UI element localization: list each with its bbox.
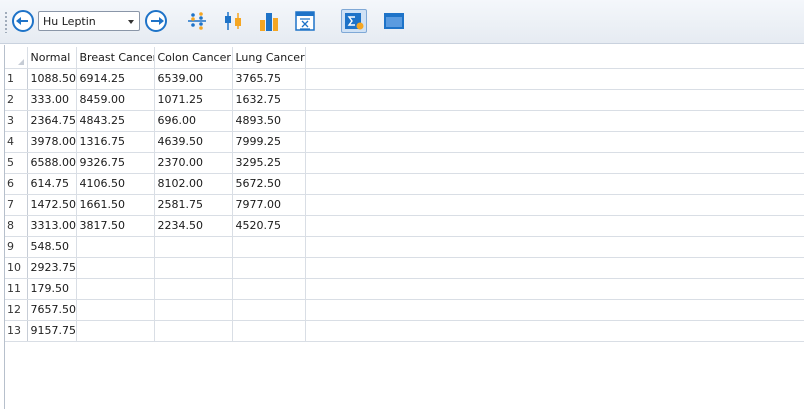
- row-number[interactable]: 13: [5, 320, 28, 342]
- table-row: 4 3978.00 1316.75 4639.50 7999.25: [5, 131, 804, 153]
- table-cell[interactable]: 3978.00: [27, 131, 77, 153]
- table-cell[interactable]: 2364.75: [27, 110, 77, 132]
- table-cell[interactable]: 179.50: [27, 278, 77, 300]
- table-row: 1 1088.50 6914.25 6539.00 3765.75: [5, 68, 804, 90]
- table-cell[interactable]: 2923.75: [27, 257, 77, 279]
- row-number[interactable]: 8: [5, 215, 28, 237]
- row-number[interactable]: 4: [5, 131, 28, 153]
- table-cell[interactable]: 6914.25: [76, 68, 155, 90]
- row-number[interactable]: 7: [5, 194, 28, 216]
- table-cell[interactable]: 4639.50: [154, 131, 233, 153]
- table-row: 9 548.50: [5, 236, 804, 258]
- table-cell[interactable]: [232, 257, 306, 279]
- row-number[interactable]: 9: [5, 236, 28, 258]
- toolbar: Hu Leptin: [0, 0, 804, 44]
- column-header-lung-cancer[interactable]: Lung Cancer: [232, 47, 306, 69]
- row-number[interactable]: 10: [5, 257, 28, 279]
- row-number[interactable]: 6: [5, 173, 28, 195]
- table-cell[interactable]: [76, 278, 155, 300]
- row-number[interactable]: 11: [5, 278, 28, 300]
- table-cell[interactable]: 696.00: [154, 110, 233, 132]
- table-cell[interactable]: 1632.75: [232, 89, 306, 111]
- table-cell[interactable]: 6588.00: [27, 152, 77, 174]
- table-cell[interactable]: [76, 320, 155, 342]
- table-cell[interactable]: [154, 278, 233, 300]
- table-cell[interactable]: [154, 299, 233, 321]
- table-row: 7 1472.50 1661.50 2581.75 7977.00: [5, 194, 804, 216]
- table-row: 5 6588.00 9326.75 2370.00 3295.25: [5, 152, 804, 174]
- table-cell[interactable]: 5672.50: [232, 173, 306, 195]
- table-cell[interactable]: 7977.00: [232, 194, 306, 216]
- chevron-down-icon: [128, 20, 134, 24]
- table-cell[interactable]: 1661.50: [76, 194, 155, 216]
- table-cell[interactable]: 3817.50: [76, 215, 155, 237]
- table-cell[interactable]: [232, 278, 306, 300]
- table-cell[interactable]: [232, 299, 306, 321]
- table-cell[interactable]: 4520.75: [232, 215, 306, 237]
- table-row: 10 2923.75: [5, 257, 804, 279]
- dataset-select-value: Hu Leptin: [43, 15, 96, 28]
- dot-plot-icon[interactable]: [186, 10, 208, 32]
- back-arrow-icon[interactable]: [12, 10, 34, 32]
- table-row: 3 2364.75 4843.25 696.00 4893.50: [5, 110, 804, 132]
- table-cell[interactable]: 3313.00: [27, 215, 77, 237]
- summary-table-icon[interactable]: [294, 10, 316, 32]
- data-table: Normal Breast Cancer Colon Cancer Lung C…: [5, 47, 804, 342]
- table-row: 8 3313.00 3817.50 2234.50 4520.75: [5, 215, 804, 237]
- table-cell[interactable]: 9157.75: [27, 320, 77, 342]
- table-cell[interactable]: 7999.25: [232, 131, 306, 153]
- table-cell[interactable]: 548.50: [27, 236, 77, 258]
- table-cell[interactable]: 3765.75: [232, 68, 306, 90]
- table-row: 6 614.75 4106.50 8102.00 5672.50: [5, 173, 804, 195]
- table-cell[interactable]: 4843.25: [76, 110, 155, 132]
- table-cell[interactable]: [154, 236, 233, 258]
- row-number[interactable]: 5: [5, 152, 28, 174]
- table-cell[interactable]: [232, 320, 306, 342]
- table-cell[interactable]: [154, 257, 233, 279]
- table-row: 12 7657.50: [5, 299, 804, 321]
- column-header-breast-cancer[interactable]: Breast Cancer: [76, 47, 155, 69]
- table-row: 11 179.50: [5, 278, 804, 300]
- row-number[interactable]: 3: [5, 110, 28, 132]
- table-cell[interactable]: [232, 236, 306, 258]
- table-row: 13 9157.75: [5, 320, 804, 342]
- row-number[interactable]: 12: [5, 299, 28, 321]
- table-cell[interactable]: 1071.25: [154, 89, 233, 111]
- table-cell[interactable]: [76, 299, 155, 321]
- select-all-corner[interactable]: [5, 47, 28, 69]
- table-cell[interactable]: 2581.75: [154, 194, 233, 216]
- table-cell[interactable]: [76, 236, 155, 258]
- table-row: 2 333.00 8459.00 1071.25 1632.75: [5, 89, 804, 111]
- box-plot-icon[interactable]: [222, 10, 244, 32]
- dataset-select[interactable]: Hu Leptin: [38, 11, 140, 31]
- table-cell[interactable]: 2370.00: [154, 152, 233, 174]
- column-header-colon-cancer[interactable]: Colon Cancer: [154, 47, 233, 69]
- table-cell[interactable]: 8102.00: [154, 173, 233, 195]
- toolbar-grip[interactable]: [4, 11, 8, 33]
- row-number[interactable]: 1: [5, 68, 28, 90]
- table-cell[interactable]: 333.00: [27, 89, 77, 111]
- row-number[interactable]: 2: [5, 89, 28, 111]
- table-cell[interactable]: 1316.75: [76, 131, 155, 153]
- table-cell[interactable]: 614.75: [27, 173, 77, 195]
- data-grid: Normal Breast Cancer Colon Cancer Lung C…: [4, 45, 804, 409]
- table-cell[interactable]: 4893.50: [232, 110, 306, 132]
- table-cell[interactable]: 2234.50: [154, 215, 233, 237]
- table-cell[interactable]: [76, 257, 155, 279]
- table-cell[interactable]: 9326.75: [76, 152, 155, 174]
- window-icon[interactable]: [383, 10, 405, 32]
- column-header-empty: [305, 47, 804, 69]
- forward-arrow-icon[interactable]: [145, 10, 167, 32]
- table-cell[interactable]: 3295.25: [232, 152, 306, 174]
- column-header-normal[interactable]: Normal: [27, 47, 77, 69]
- table-cell[interactable]: 8459.00: [76, 89, 155, 111]
- table-cell[interactable]: 1472.50: [27, 194, 77, 216]
- table-cell[interactable]: 7657.50: [27, 299, 77, 321]
- table-cell[interactable]: 6539.00: [154, 68, 233, 90]
- descriptive-statistics-icon[interactable]: [341, 9, 367, 33]
- table-cell[interactable]: [154, 320, 233, 342]
- table-cell[interactable]: 4106.50: [76, 173, 155, 195]
- bar-chart-icon[interactable]: [258, 10, 280, 32]
- table-cell[interactable]: 1088.50: [27, 68, 77, 90]
